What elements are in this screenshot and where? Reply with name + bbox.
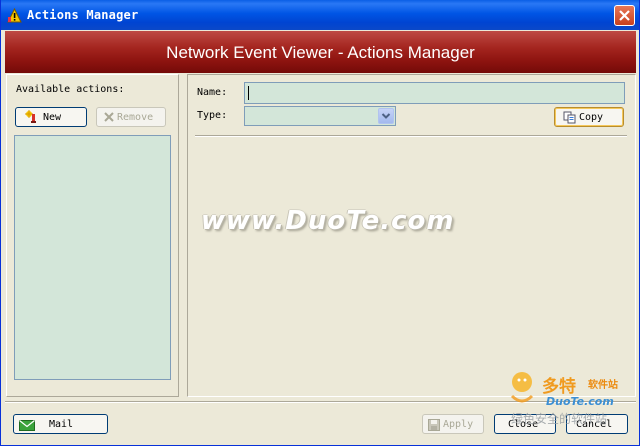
window-title: Actions Manager <box>27 8 139 22</box>
logo-slogan: 绿色安全的软件站 <box>511 412 608 426</box>
chevron-down-icon <box>381 113 391 119</box>
mail-button[interactable]: Mail <box>13 414 108 434</box>
title-bar[interactable]: Actions Manager <box>1 0 639 30</box>
close-icon <box>619 10 630 21</box>
name-field[interactable] <box>244 82 625 104</box>
details-separator <box>195 135 627 137</box>
copy-icon <box>563 111 576 124</box>
panel-splitter[interactable] <box>180 74 186 397</box>
copy-button[interactable]: Copy <box>554 107 624 127</box>
type-dropdown[interactable] <box>244 106 396 126</box>
available-actions-label: Available actions: <box>16 84 125 95</box>
save-icon <box>428 419 440 431</box>
type-label: Type: <box>197 110 228 121</box>
new-button-label: New <box>43 112 62 123</box>
logo-url: DuoTe.com <box>546 395 614 408</box>
mail-button-label: Mail <box>49 419 74 430</box>
logo-subtitle: 软件站 <box>588 380 618 391</box>
footer-separator <box>5 401 636 403</box>
dropdown-button[interactable] <box>378 108 394 124</box>
mail-icon <box>19 420 35 431</box>
watermark-text: www.DuoTe.com <box>201 206 455 236</box>
remove-action-button[interactable]: Remove <box>96 107 166 127</box>
new-action-button[interactable]: New <box>15 107 87 127</box>
window-close-button[interactable] <box>614 5 635 26</box>
logo-brand: 多特 <box>542 377 576 397</box>
remove-x-icon <box>104 112 114 122</box>
actions-manager-window: Actions Manager Network Event Viewer - A… <box>0 0 640 446</box>
apply-button[interactable]: Apply <box>422 414 484 434</box>
name-label: Name: <box>197 87 228 98</box>
copy-button-label: Copy <box>579 112 604 123</box>
new-action-icon <box>25 110 36 123</box>
warning-icon <box>7 8 22 23</box>
text-caret <box>248 86 249 100</box>
header-banner: Network Event Viewer - Actions Manager <box>5 31 636 73</box>
apply-button-label: Apply <box>443 419 474 430</box>
available-actions-list[interactable] <box>14 135 171 380</box>
banner-title: Network Event Viewer - Actions Manager <box>166 43 475 62</box>
remove-button-label: Remove <box>117 112 154 123</box>
